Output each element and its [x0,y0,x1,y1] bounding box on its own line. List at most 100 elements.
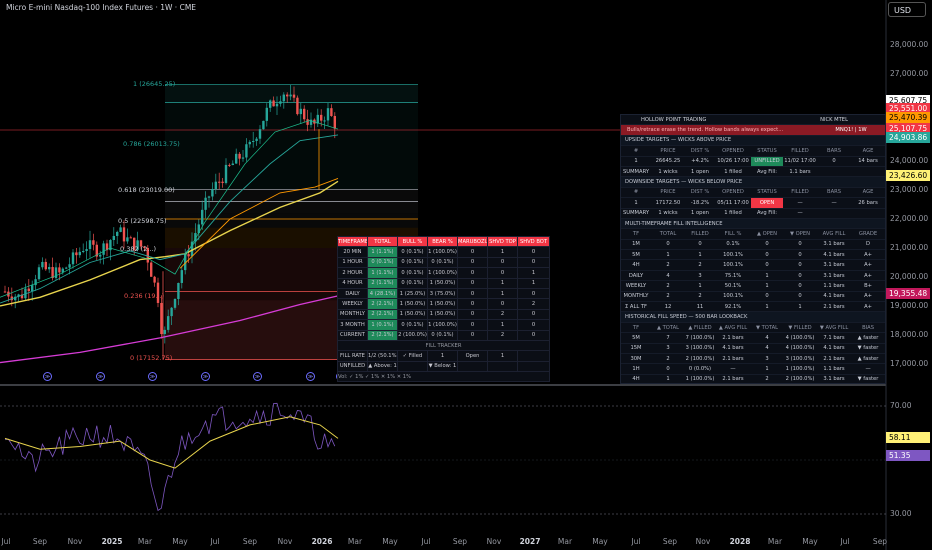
price-tick-label: 27,000.00 [890,69,929,78]
table-cell: ✓ Filled [397,350,428,362]
table-cell: 7.1 bars [817,332,852,344]
table-cell: 2 (2.1%) [367,298,398,310]
event-marker-icon[interactable]: ≫ [306,372,315,381]
table-cell: +4.2% [685,156,715,167]
candle-body [153,276,156,283]
table-cell: 4 [651,270,685,282]
table-row: DAILY 4 3 75.1% 1 0 3.1 bars A+ [621,270,885,282]
event-marker-icon[interactable]: ≫ [253,372,262,381]
table-cell: 0 [783,280,818,292]
section-title: DOWNSIDE TARGETS — WICKS BELOW PRICE [621,176,885,188]
candle-body [92,240,95,245]
time-tick-label: Nov [277,537,293,546]
table-row: WEEKLY 2 1 50.1% 1 0 1.1 bars B+ [621,280,885,292]
table-cell [457,360,488,373]
candle-body [224,164,228,183]
table-cell: 2 (1.1%) [367,277,398,289]
candle-body [78,251,81,256]
table-cell: 1 (100.0%) [427,267,458,279]
table-cell: 3 [685,270,715,282]
table-cell: 1 [487,287,518,300]
candle-body [65,267,68,269]
table-cell: 17172.50 [651,197,685,209]
table-cell: 1 [487,350,518,362]
table-cell: TIMEFRAME [337,235,368,248]
panel-tagline: Bulls/retrace erase the trend. Hollow ba… [621,124,818,136]
price-tick-label: 19,000.00 [890,301,929,310]
candle-body [122,227,126,242]
fib-zone [165,84,418,103]
table-cell: OPENED [715,145,751,157]
table-cell: 1 (1.1%) [367,246,398,258]
candle-body [48,267,51,270]
table-cell: 10/26 17:00 [715,156,751,167]
table-cell: 0 [457,308,488,321]
table-cell: 1 (100.0%) [685,374,715,383]
table-cell: 1 (50.0%) [427,298,458,310]
table-cell: 4H [621,374,651,383]
panel-user: NICK MTEL [783,115,885,126]
table-cell: ▲ faster [851,332,885,344]
price-axis[interactable]: 28,000.0027,000.0026,000.0024,000.0023,0… [886,0,932,550]
table-cell: A+ [851,249,885,261]
table-row: Σ ALL TF 12 11 92.1% 1 1 2.1 bars A+ [621,301,885,313]
table-cell: 3 (75.0%) [427,287,458,300]
table-cell: 3.1 bars [817,374,852,383]
candle-body [218,181,221,183]
panel-title: HOLLOW POINT TRADING [621,115,784,126]
table-cell: 2 [487,308,518,321]
table-cell: ▲ faster [851,353,885,365]
table-cell: 2 [651,291,685,303]
candle-body [231,163,234,166]
table-cell: 12 [651,301,685,313]
table-cell: 1 [685,280,715,292]
table-cell: 0 [517,308,550,321]
table-cell: 1 (50.0%) [397,308,428,321]
event-marker-icon[interactable]: ≫ [201,372,210,381]
table-row: # PRICE DIST % OPENED STATUS FILLED BARS AGE [621,145,885,157]
table-cell: 0 [751,291,784,303]
table-cell: OPENED [715,187,751,199]
table-cell: 1 (50.0%) [397,298,428,310]
table-cell: 3 [651,343,685,355]
table-cell: 0 [457,256,488,269]
table-cell: 1 [487,277,518,289]
rsi-signal-line [4,416,339,469]
table-cell: 0 (0.1%) [397,319,428,331]
candle-body [112,235,115,241]
table-cell [397,360,428,373]
event-marker-icon[interactable]: ≫ [148,372,157,381]
table-cell: 11 [685,301,715,313]
table-cell: AVG FILL [817,228,852,240]
table-cell: FILLED [783,145,818,157]
table-cell: 2 [685,291,715,303]
time-tick-label: Jul [210,537,220,546]
table-cell: MARUBOZU [457,235,488,248]
price-badge: 19,355.48 [886,288,930,299]
candle-body [258,129,262,139]
table-row: 3 MONTH 1 (0.1%) 0 (0.1%) 1 (100.0%) 0 1 0 [337,319,550,331]
price-badge: 24,903.86 [886,132,930,143]
candle-body [279,101,282,104]
table-cell: 1.1 bars [817,280,852,292]
table-cell: 0 [487,267,518,279]
table-cell [817,166,852,178]
time-tick-label: Nov [67,537,83,546]
table-cell: TOTAL [367,235,398,248]
table-cell: 0 [783,239,818,251]
table-cell: 0 [651,239,685,251]
section-title: UPSIDE TARGETS — WICKS ABOVE PRICE [621,135,885,147]
table-cell: TF [621,228,651,240]
table-cell: FILL % [715,228,751,240]
table-cell: 2 [651,259,685,271]
table-cell: 1 (1.1%) [367,267,398,279]
table-cell: 0 [457,329,488,341]
table-cell: 0 [457,246,488,258]
table-cell: ▲ OPEN [751,228,784,240]
table-cell: 0 [457,298,488,310]
table-cell: DAILY [337,287,368,300]
table-cell [487,360,518,373]
candle-body [180,270,183,283]
event-marker-icon[interactable]: ≫ [43,372,52,381]
event-marker-icon[interactable]: ≫ [96,372,105,381]
